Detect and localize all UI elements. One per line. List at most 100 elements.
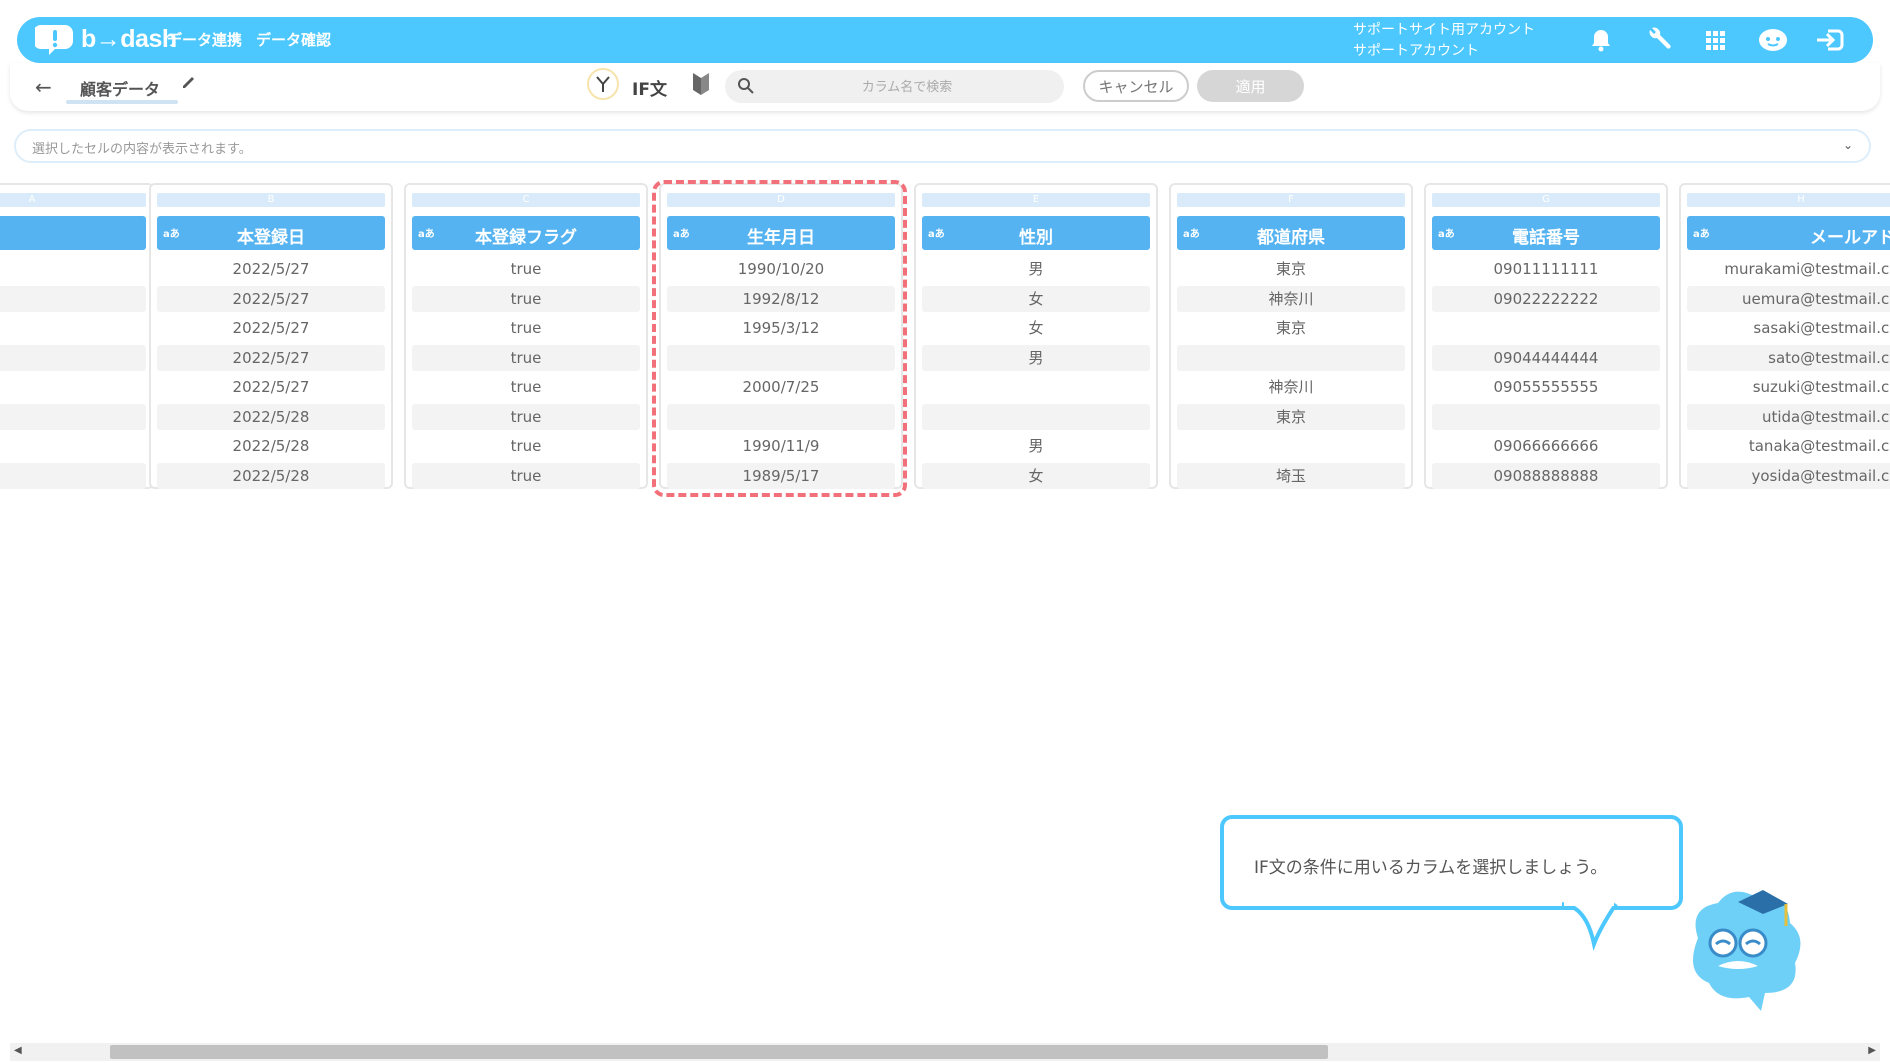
table-cell[interactable]: 09055555555 bbox=[1432, 374, 1660, 400]
table-cell[interactable]: I005 bbox=[0, 315, 146, 341]
table-cell[interactable]: I010 bbox=[0, 462, 146, 489]
table-cell[interactable]: murakami@testmail.com bbox=[1687, 256, 1890, 282]
table-cell[interactable]: 女 bbox=[922, 315, 1150, 341]
table-cell[interactable]: suzuki@testmail.com bbox=[1687, 374, 1890, 400]
table-cell[interactable]: true bbox=[412, 403, 640, 430]
pencil-icon[interactable] bbox=[180, 73, 198, 91]
account-info[interactable]: サポートサイト用アカウント サポートアカウント bbox=[1353, 20, 1535, 62]
logout-icon[interactable] bbox=[1814, 26, 1846, 54]
column-header[interactable]: aあ 都道府県 bbox=[1177, 216, 1405, 250]
table-cell[interactable]: true bbox=[412, 256, 640, 282]
column-header[interactable]: aあ 電話番号 bbox=[1432, 216, 1660, 250]
wrench-icon[interactable] bbox=[1644, 26, 1672, 54]
branch-icon[interactable] bbox=[587, 68, 619, 100]
table-cell[interactable] bbox=[1432, 315, 1660, 341]
table-cell[interactable]: 2022/5/28 bbox=[157, 433, 385, 459]
horizontal-scrollbar[interactable]: ◀ ▶ bbox=[10, 1043, 1880, 1061]
column-header[interactable]: aあ 性別 bbox=[922, 216, 1150, 250]
table-cell[interactable]: tanaka@testmail.com bbox=[1687, 433, 1890, 459]
table-cell[interactable]: I003 bbox=[0, 256, 146, 282]
table-cell[interactable]: 2022/5/27 bbox=[157, 374, 385, 400]
table-cell[interactable]: 2022/5/27 bbox=[157, 315, 385, 341]
table-name[interactable]: 顧客データ bbox=[80, 76, 160, 100]
table-cell[interactable]: utida@testmail.com bbox=[1687, 403, 1890, 430]
table-cell[interactable]: 女 bbox=[922, 285, 1150, 312]
table-cell[interactable]: 09044444444 bbox=[1432, 344, 1660, 371]
table-cell[interactable]: 男 bbox=[922, 256, 1150, 282]
column-card[interactable]: Daあ 生年月日 1990/10/20 1992/8/12 1995/3/12 2000/… bbox=[659, 183, 903, 489]
cell-preview-bar[interactable]: 選択したセルの内容が表示されます。 ⌄ bbox=[14, 129, 1871, 163]
table-cell[interactable]: 09022222222 bbox=[1432, 285, 1660, 312]
table-cell[interactable]: 東京 bbox=[1177, 315, 1405, 341]
table-cell[interactable] bbox=[667, 403, 895, 430]
column-header[interactable]: aあメールアドレス bbox=[1687, 216, 1890, 250]
table-cell[interactable]: I004 bbox=[0, 285, 146, 312]
table-cell[interactable]: true bbox=[412, 374, 640, 400]
column-header[interactable]: aあ 本登録日 bbox=[157, 216, 385, 250]
table-cell[interactable]: 1989/5/17 bbox=[667, 462, 895, 489]
table-cell[interactable]: 2022/5/28 bbox=[157, 462, 385, 489]
column-header[interactable]: aあ 本登録フラグ bbox=[412, 216, 640, 250]
table-cell[interactable]: 女 bbox=[922, 462, 1150, 489]
column-search-input[interactable] bbox=[765, 74, 1049, 101]
table-cell[interactable]: true bbox=[412, 344, 640, 371]
table-cell[interactable]: true bbox=[412, 433, 640, 459]
scroll-left-icon[interactable]: ◀ bbox=[14, 1045, 22, 1056]
beginner-mark-icon[interactable] bbox=[692, 71, 710, 97]
arrow-left-icon[interactable]: ← bbox=[35, 75, 52, 99]
brand-logo[interactable]: b→dash bbox=[35, 23, 177, 55]
table-cell[interactable]: 1990/11/9 bbox=[667, 433, 895, 459]
column-card[interactable]: Baあ 本登録日 2022/5/27 2022/5/27 2022/5/27 2022/5… bbox=[149, 183, 393, 489]
table-cell[interactable]: 2022/5/27 bbox=[157, 256, 385, 282]
table-cell[interactable] bbox=[1432, 403, 1660, 430]
table-cell[interactable] bbox=[922, 374, 1150, 400]
table-cell[interactable]: 2022/5/27 bbox=[157, 285, 385, 312]
table-cell[interactable]: 2022/5/27 bbox=[157, 344, 385, 371]
table-cell[interactable]: 男 bbox=[922, 344, 1150, 371]
bell-icon[interactable] bbox=[1587, 26, 1615, 54]
column-header[interactable]: 客ID bbox=[0, 216, 146, 250]
nav-data-check[interactable]: データ確認 bbox=[256, 29, 331, 50]
table-cell[interactable] bbox=[667, 344, 895, 371]
column-card[interactable]: Gaあ 電話番号 09011111111 09022222222 09044444444… bbox=[1424, 183, 1668, 489]
table-cell[interactable] bbox=[1177, 433, 1405, 459]
table-cell[interactable]: 男 bbox=[922, 433, 1150, 459]
column-card[interactable]: Haあメールアドレス murakami@testmail.com uemura@te… bbox=[1679, 183, 1890, 489]
table-cell[interactable]: uemura@testmail.com bbox=[1687, 285, 1890, 312]
column-card[interactable]: Caあ 本登録フラグ true true true true true true true tru… bbox=[404, 183, 648, 489]
table-cell[interactable]: 2000/7/25 bbox=[667, 374, 895, 400]
table-cell[interactable]: 2022/5/28 bbox=[157, 403, 385, 430]
table-cell[interactable]: 神奈川 bbox=[1177, 374, 1405, 400]
table-cell[interactable]: true bbox=[412, 285, 640, 312]
table-cell[interactable]: 東京 bbox=[1177, 256, 1405, 282]
table-cell[interactable]: I008 bbox=[0, 403, 146, 430]
table-cell[interactable]: 1995/3/12 bbox=[667, 315, 895, 341]
apply-button[interactable]: 適用 bbox=[1197, 70, 1304, 102]
table-cell[interactable]: 09088888888 bbox=[1432, 462, 1660, 489]
table-cell[interactable]: 東京 bbox=[1177, 403, 1405, 430]
column-card[interactable]: Eaあ 性別男女女男男女 bbox=[914, 183, 1158, 489]
table-cell[interactable]: I007 bbox=[0, 374, 146, 400]
grid-icon[interactable] bbox=[1701, 26, 1729, 54]
column-card[interactable]: Faあ 都道府県 東京 神奈川 東京 神奈川 東京 埼玉 bbox=[1169, 183, 1413, 489]
mascot-icon[interactable] bbox=[1757, 26, 1789, 54]
table-cell[interactable]: I006 bbox=[0, 344, 146, 371]
table-cell[interactable]: 1992/8/12 bbox=[667, 285, 895, 312]
table-cell[interactable]: sasaki@testmail.com bbox=[1687, 315, 1890, 341]
nav-data-integration[interactable]: データ連携 bbox=[167, 29, 242, 50]
table-cell[interactable]: 埼玉 bbox=[1177, 462, 1405, 489]
chevron-down-icon[interactable]: ⌄ bbox=[1843, 138, 1853, 152]
table-cell[interactable]: 09066666666 bbox=[1432, 433, 1660, 459]
scrollbar-thumb[interactable] bbox=[110, 1045, 1328, 1059]
scroll-right-icon[interactable]: ▶ bbox=[1868, 1045, 1876, 1056]
table-cell[interactable]: true bbox=[412, 315, 640, 341]
column-header[interactable]: aあ 生年月日 bbox=[667, 216, 895, 250]
table-cell[interactable] bbox=[922, 403, 1150, 430]
table-cell[interactable] bbox=[1177, 344, 1405, 371]
table-cell[interactable]: yosida@testmail.com bbox=[1687, 462, 1890, 489]
table-cell[interactable]: I009 bbox=[0, 433, 146, 459]
table-cell[interactable]: 1990/10/20 bbox=[667, 256, 895, 282]
cancel-button[interactable]: キャンセル bbox=[1083, 70, 1189, 102]
column-card[interactable]: A 客ID I003 I004 I005 I006 I007 I008 I009 I010 bbox=[0, 183, 154, 489]
table-cell[interactable]: sato@testmail.com bbox=[1687, 344, 1890, 371]
